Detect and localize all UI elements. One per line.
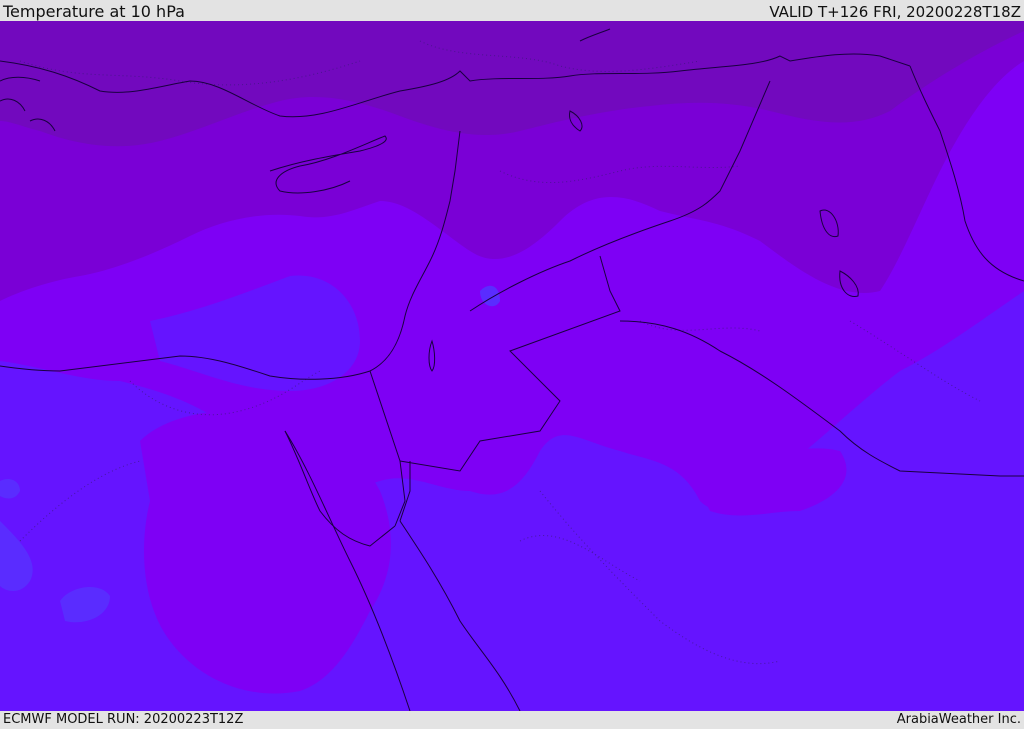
temperature-map[interactable]	[0, 21, 1024, 711]
map-header: Temperature at 10 hPa VALID T+126 FRI, 2…	[0, 0, 1024, 21]
model-run-label: ECMWF MODEL RUN: 20200223T12Z	[3, 712, 244, 727]
map-title: Temperature at 10 hPa	[3, 2, 185, 21]
map-footer: ECMWF MODEL RUN: 20200223T12Z ArabiaWeat…	[0, 711, 1024, 729]
credit-label: ArabiaWeather Inc.	[896, 712, 1021, 727]
map-canvas	[0, 21, 1024, 711]
valid-time-label: VALID T+126 FRI, 20200228T18Z	[769, 3, 1021, 21]
